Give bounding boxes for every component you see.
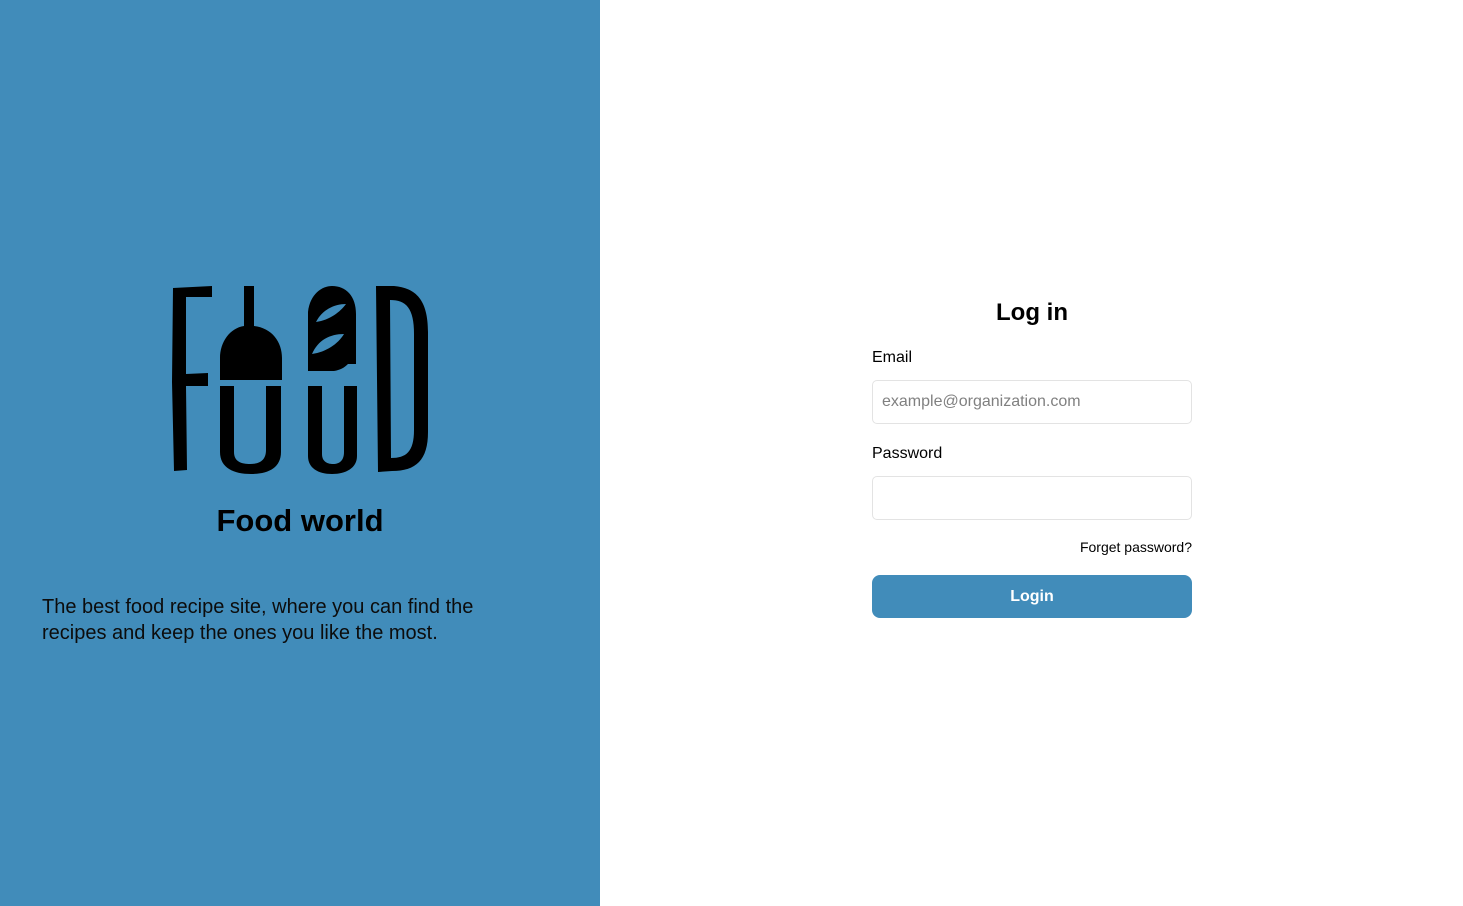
brand-tagline: The best food recipe site, where you can… — [42, 596, 474, 644]
forgot-row: Forget password? — [872, 538, 1192, 556]
email-label: Email — [872, 349, 913, 366]
brand-name: Food world — [216, 503, 384, 538]
password-field[interactable] — [872, 476, 1192, 520]
brand-panel: Food world The best food recipe site, wh… — [0, 0, 600, 906]
email-field[interactable] — [872, 380, 1192, 424]
forgot-password-link[interactable]: Forget password? — [1080, 539, 1192, 555]
food-logo — [172, 286, 428, 474]
login-form: Log in Email Password Forget password? L… — [872, 296, 1192, 618]
form-panel: Log in Email Password Forget password? L… — [600, 0, 1463, 906]
form-title: Log in — [996, 299, 1068, 326]
login-page: Food world The best food recipe site, wh… — [0, 0, 1463, 906]
login-button[interactable]: Login — [872, 575, 1192, 618]
password-label: Password — [872, 445, 943, 462]
